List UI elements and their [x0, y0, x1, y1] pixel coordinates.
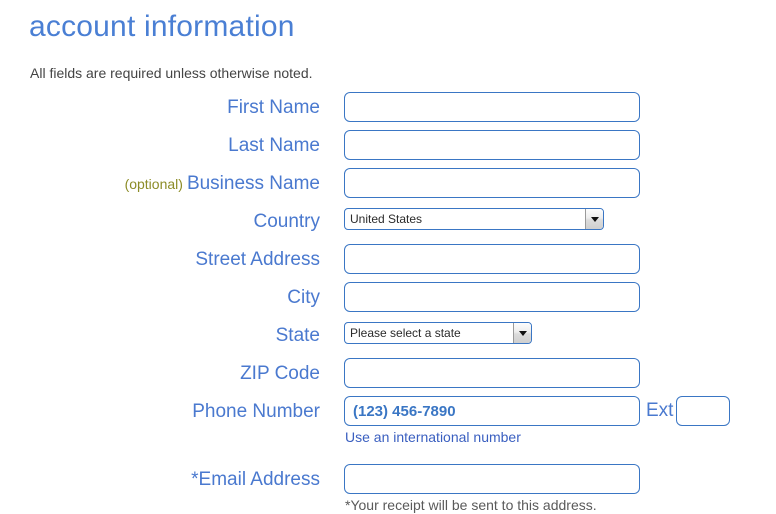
label-first-name-text: First Name: [227, 97, 320, 118]
last-name-input[interactable]: [344, 130, 640, 160]
form-row-street-address: Street Address: [0, 244, 776, 282]
account-information-page: account information All fields are requi…: [0, 0, 776, 514]
city-input[interactable]: [344, 282, 640, 312]
state-select-value: Please select a state: [350, 326, 461, 340]
label-zip-code: ZIP Code: [240, 358, 320, 390]
email-receipt-note: *Your receipt will be sent to this addre…: [345, 497, 597, 513]
label-street-address-text: Street Address: [195, 249, 320, 270]
form-row-city: City: [0, 282, 776, 320]
form-row-last-name: Last Name: [0, 130, 776, 168]
label-business-name-optional-tag: (optional): [124, 176, 183, 192]
page-title: account information: [29, 10, 295, 43]
account-information-form: First Name Last Name (optional) Business …: [0, 92, 776, 513]
business-name-input[interactable]: [344, 168, 640, 198]
label-city-text: City: [287, 287, 320, 308]
label-country-text: Country: [253, 211, 320, 232]
label-state: State: [276, 320, 320, 352]
phone-number-input[interactable]: [344, 396, 640, 426]
country-select[interactable]: United States: [344, 208, 604, 230]
chevron-down-icon[interactable]: [585, 209, 603, 229]
label-city: City: [287, 282, 320, 314]
label-country: Country: [253, 206, 320, 238]
label-first-name: First Name: [227, 92, 320, 124]
label-zip-code-text: ZIP Code: [240, 363, 320, 384]
form-row-first-name: First Name: [0, 92, 776, 130]
international-number-link[interactable]: Use an international number: [345, 428, 521, 446]
form-row-zip-code: ZIP Code: [0, 358, 776, 396]
label-street-address: Street Address: [195, 244, 320, 276]
state-select[interactable]: Please select a state: [344, 322, 532, 344]
zip-code-input[interactable]: [344, 358, 640, 388]
label-last-name-text: Last Name: [228, 135, 320, 156]
label-email-address: *Email Address: [191, 464, 320, 496]
form-required-note: All fields are required unless otherwise…: [30, 65, 313, 81]
label-last-name: Last Name: [228, 130, 320, 162]
label-business-name-text: Business Name: [186, 173, 320, 194]
first-name-input[interactable]: [344, 92, 640, 122]
phone-extension-input[interactable]: [676, 396, 730, 426]
label-phone-extension: Ext: [646, 400, 674, 421]
chevron-down-icon[interactable]: [513, 323, 531, 343]
label-business-name: (optional) Business Name: [125, 168, 320, 200]
form-row-phone-number: Phone Number Ext Use an international nu…: [0, 396, 776, 445]
label-email-address-text: Email Address: [198, 469, 320, 490]
email-address-input[interactable]: [344, 464, 640, 494]
country-select-value: United States: [350, 212, 423, 226]
label-phone-number-text: Phone Number: [192, 401, 320, 422]
street-address-input[interactable]: [344, 244, 640, 274]
form-row-country: Country United States: [0, 206, 776, 244]
label-phone-number: Phone Number: [192, 396, 320, 428]
form-row-email-address: *Email Address *Your receipt will be sen…: [0, 464, 776, 513]
label-email-required-marker: *: [191, 469, 199, 490]
form-row-state: State Please select a state: [0, 320, 776, 358]
label-state-text: State: [275, 325, 320, 346]
form-row-business-name: (optional) Business Name: [0, 168, 776, 206]
